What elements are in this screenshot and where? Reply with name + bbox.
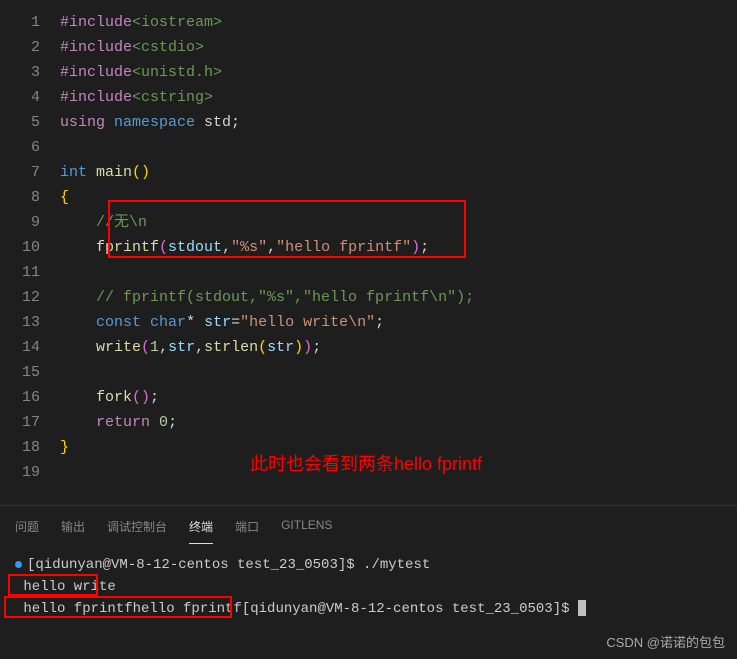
code-line[interactable]: { (60, 185, 737, 210)
code-line[interactable]: return 0; (60, 410, 737, 435)
line-number: 11 (0, 260, 40, 285)
line-number: 8 (0, 185, 40, 210)
tab-2[interactable]: 调试控制台 (107, 514, 167, 544)
code-line[interactable]: // fprintf(stdout,"%s","hello fprintf\n"… (60, 285, 737, 310)
line-number: 16 (0, 385, 40, 410)
code-line[interactable] (60, 260, 737, 285)
line-number: 9 (0, 210, 40, 235)
terminal-line: hello fprintfhello fprintf[qidunyan@VM-8… (15, 598, 722, 620)
line-number: 2 (0, 35, 40, 60)
tab-0[interactable]: 问题 (15, 514, 39, 544)
watermark: CSDN @诺诺的包包 (606, 632, 725, 651)
code-line[interactable]: using namespace std; (60, 110, 737, 135)
line-number: 6 (0, 135, 40, 160)
terminal-output[interactable]: [qidunyan@VM-8-12-centos test_23_0503]$ … (0, 544, 737, 630)
code-line[interactable]: int main() (60, 160, 737, 185)
code-line[interactable]: const char* str="hello write\n"; (60, 310, 737, 335)
status-dot-icon (15, 561, 22, 568)
code-line[interactable]: write(1,str,strlen(str)); (60, 335, 737, 360)
line-number: 1 (0, 10, 40, 35)
code-line[interactable]: #include<cstring> (60, 85, 737, 110)
line-number: 10 (0, 235, 40, 260)
code-line[interactable] (60, 360, 737, 385)
tab-1[interactable]: 输出 (61, 514, 85, 544)
code-line[interactable]: #include<cstdio> (60, 35, 737, 60)
code-line[interactable] (60, 135, 737, 160)
tab-4[interactable]: 端口 (235, 514, 259, 544)
line-number: 4 (0, 85, 40, 110)
line-number: 7 (0, 160, 40, 185)
code-line[interactable]: fork(); (60, 385, 737, 410)
line-number: 15 (0, 360, 40, 385)
code-editor[interactable]: 12345678910111213141516171819 #include<i… (0, 0, 737, 505)
tab-5[interactable]: GITLENS (281, 514, 332, 544)
code-line[interactable]: fprintf(stdout,"%s","hello fprintf"); (60, 235, 737, 260)
line-number: 18 (0, 435, 40, 460)
code-line[interactable]: #include<unistd.h> (60, 60, 737, 85)
terminal-cursor (578, 600, 586, 616)
bottom-panel: 问题输出调试控制台终端端口 GITLENS [qidunyan@VM-8-12-c… (0, 505, 737, 630)
panel-tabs: 问题输出调试控制台终端端口 GITLENS (0, 506, 737, 544)
code-line[interactable]: //无\n (60, 210, 737, 235)
annotation-text: 此时也会看到两条hello fprintf (250, 450, 482, 476)
line-number: 13 (0, 310, 40, 335)
terminal-line: hello write (15, 576, 722, 598)
code-line[interactable]: #include<iostream> (60, 10, 737, 35)
tab-3[interactable]: 终端 (189, 514, 213, 544)
line-gutter: 12345678910111213141516171819 (0, 10, 60, 505)
line-number: 5 (0, 110, 40, 135)
line-number: 12 (0, 285, 40, 310)
line-number: 17 (0, 410, 40, 435)
line-number: 14 (0, 335, 40, 360)
terminal-line: [qidunyan@VM-8-12-centos test_23_0503]$ … (15, 554, 722, 576)
code-area[interactable]: #include<iostream>#include<cstdio>#inclu… (60, 10, 737, 505)
line-number: 3 (0, 60, 40, 85)
line-number: 19 (0, 460, 40, 485)
